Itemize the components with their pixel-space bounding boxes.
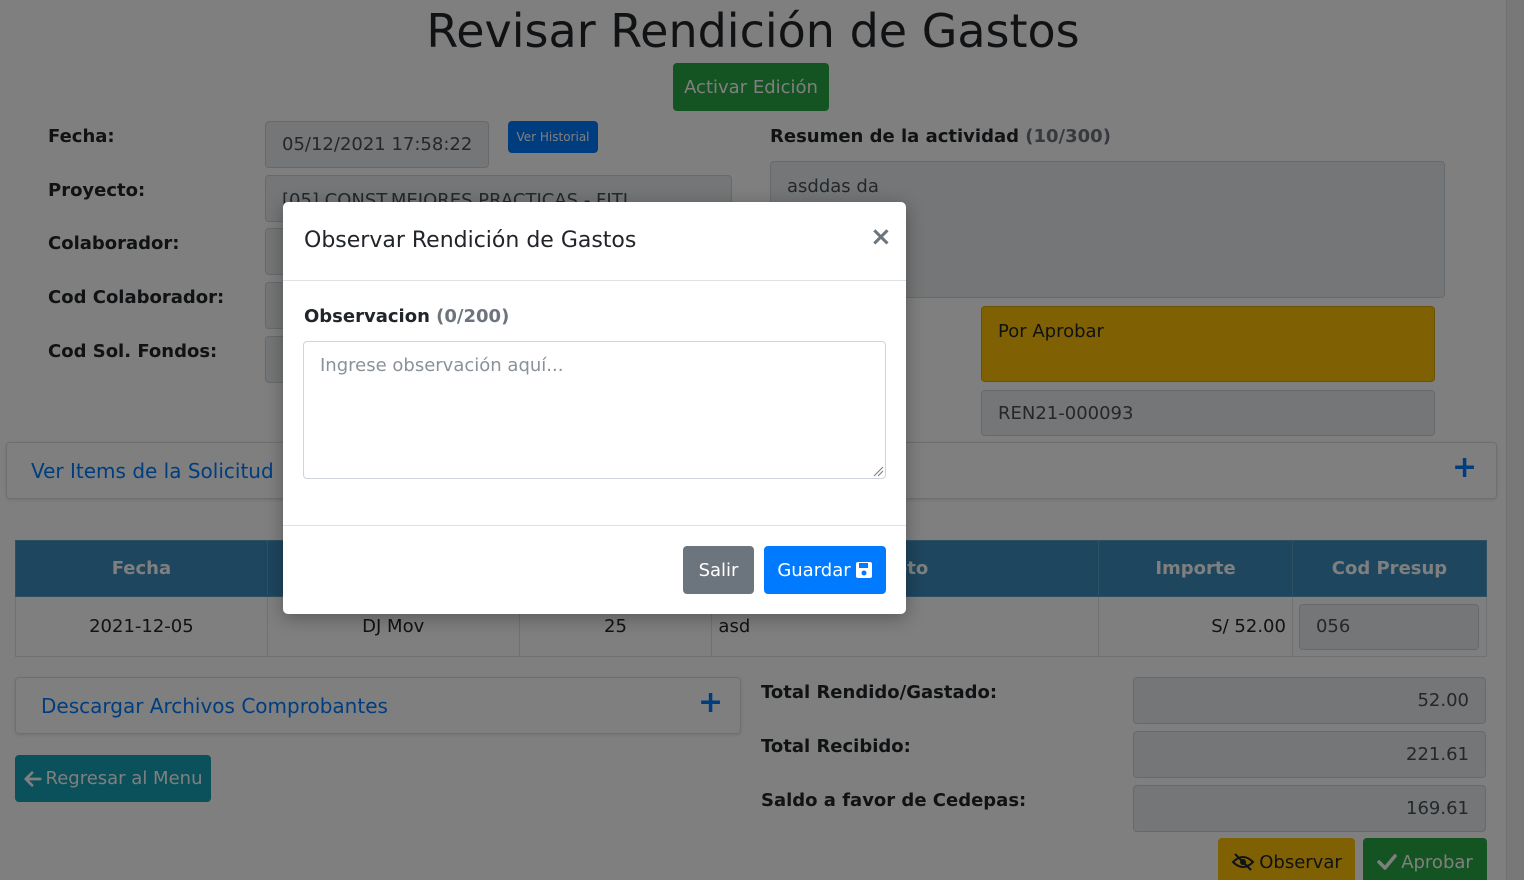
save-disk-icon <box>855 562 872 578</box>
observe-modal: Observar Rendición de Gastos × Observaci… <box>283 202 906 614</box>
save-button[interactable]: Guardar <box>764 546 886 594</box>
close-icon[interactable]: × <box>870 222 892 252</box>
resize-handle-icon[interactable] <box>873 466 884 477</box>
observacion-label-text: Observacion <box>304 306 430 327</box>
observacion-label: Observacion (0/200) <box>304 306 509 327</box>
exit-button[interactable]: Salir <box>683 546 754 594</box>
modal-title: Observar Rendición de Gastos <box>304 228 637 253</box>
save-button-label: Guardar <box>777 559 851 581</box>
observacion-counter: (0/200) <box>436 306 510 327</box>
modal-footer: Salir Guardar <box>283 525 906 614</box>
observacion-textarea[interactable]: Ingrese observación aquí... <box>303 341 886 479</box>
modal-header: Observar Rendición de Gastos × <box>283 202 906 281</box>
